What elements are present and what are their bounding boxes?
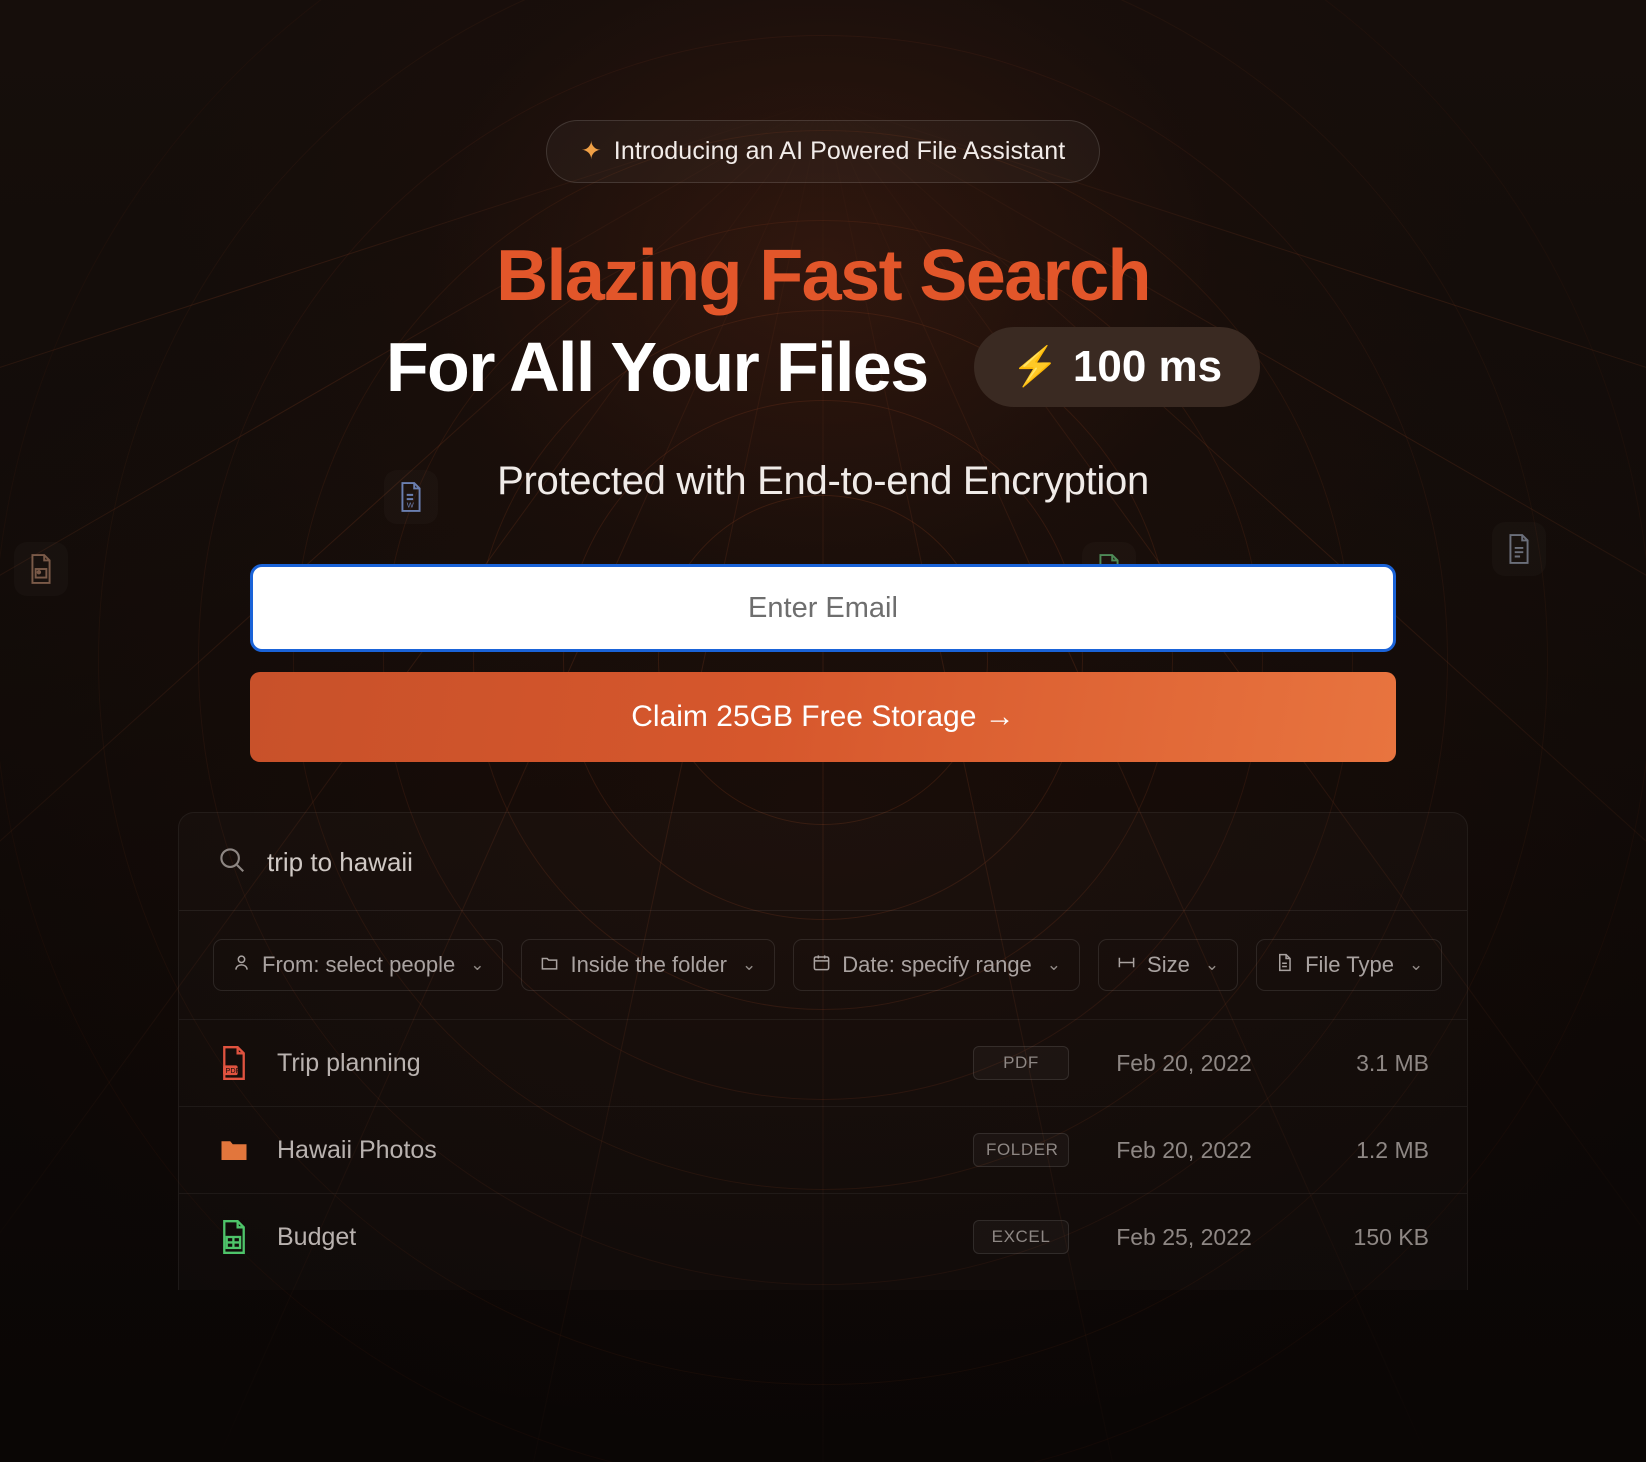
filter-chip-from-label: From: select people <box>262 952 456 977</box>
file-name: Hawaii Photos <box>277 1135 437 1164</box>
chevron-down-icon: ⌄ <box>742 955 757 974</box>
speed-badge: ⚡ 100 ms <box>973 327 1261 407</box>
search-results-panel: trip to hawaii From: select people ⌄ Ins… <box>178 812 1468 1290</box>
announcement-label: Introducing an AI Powered File Assistant <box>613 137 1066 165</box>
filter-chip-folder[interactable]: Inside the folder ⌄ <box>521 939 776 991</box>
sparkle-icon: ✦ <box>580 137 602 165</box>
folder-icon <box>540 952 559 978</box>
filter-chip-size-label: Size <box>1147 952 1190 977</box>
page-title-main: For All Your Files <box>385 328 929 406</box>
filter-chip-date[interactable]: Date: specify range ⌄ <box>793 939 1081 991</box>
person-icon <box>232 952 251 978</box>
table-row[interactable]: Budget EXCEL Feb 25, 2022 150 KB <box>179 1193 1467 1280</box>
file-type-badge: FOLDER <box>973 1133 1069 1167</box>
text-file-icon <box>1492 522 1546 576</box>
calendar-icon <box>812 952 831 978</box>
search-query-row[interactable]: trip to hawaii <box>179 813 1467 910</box>
filter-chip-filetype-label: File Type <box>1305 952 1394 977</box>
file-size: 3.1 MB <box>1356 1049 1429 1076</box>
email-field[interactable] <box>250 564 1396 652</box>
image-file-icon <box>14 542 68 596</box>
chevron-down-icon: ⌄ <box>1204 955 1220 974</box>
table-row[interactable]: Hawaii Photos FOLDER Feb 20, 2022 1.2 MB <box>179 1106 1467 1193</box>
signup-form: Claim 25GB Free Storage → <box>250 564 1396 762</box>
file-icon <box>1275 952 1294 978</box>
file-size: 150 KB <box>1353 1223 1429 1250</box>
search-icon <box>217 845 247 880</box>
width-icon <box>1117 952 1136 978</box>
filter-chip-filetype[interactable]: File Type ⌄ <box>1256 939 1443 991</box>
headline-row: For All Your Files ⚡ 100 ms <box>0 327 1646 407</box>
filter-chip-from[interactable]: From: select people ⌄ <box>213 939 504 991</box>
announcement-pill[interactable]: ✦ Introducing an AI Powered File Assista… <box>545 120 1101 183</box>
results-list: PDF Trip planning PDF Feb 20, 2022 3.1 M… <box>179 1019 1467 1290</box>
file-name: Trip planning <box>277 1048 421 1077</box>
chevron-down-icon: ⌄ <box>1408 955 1424 974</box>
file-date: Feb 20, 2022 <box>1116 1136 1252 1163</box>
chevron-down-icon: ⌄ <box>470 955 485 974</box>
file-date: Feb 20, 2022 <box>1116 1049 1252 1076</box>
filter-chip-row: From: select people ⌄ Inside the folder … <box>179 911 1467 1019</box>
table-row[interactable]: PDF Trip planning PDF Feb 20, 2022 3.1 M… <box>179 1019 1467 1106</box>
filter-chip-size[interactable]: Size ⌄ <box>1098 939 1239 991</box>
search-query-text: trip to hawaii <box>267 847 413 877</box>
file-name: Budget <box>277 1222 357 1251</box>
speed-badge-value: 100 ms <box>1072 342 1223 391</box>
excel-file-icon <box>217 1220 251 1254</box>
hero-section: ✦ Introducing an AI Powered File Assista… <box>0 0 1646 504</box>
page-root: W ✦ Introducing an AI Powered File Assis… <box>0 0 1646 1462</box>
lightning-bolt-icon: ⚡ <box>1011 346 1059 388</box>
filter-chip-folder-label: Inside the folder <box>570 952 727 977</box>
file-size: 1.2 MB <box>1356 1136 1429 1163</box>
page-subtitle: Protected with End-to-end Encryption <box>497 459 1149 503</box>
svg-text:PDF: PDF <box>226 1066 241 1075</box>
file-type-badge: EXCEL <box>973 1220 1069 1254</box>
file-type-badge: PDF <box>973 1046 1069 1080</box>
page-title-accent: Blazing Fast Search <box>496 236 1151 316</box>
folder-icon <box>217 1135 251 1165</box>
claim-storage-button[interactable]: Claim 25GB Free Storage → <box>250 672 1396 762</box>
filter-chip-date-label: Date: specify range <box>842 952 1032 977</box>
file-date: Feb 25, 2022 <box>1116 1223 1252 1250</box>
chevron-down-icon: ⌄ <box>1046 955 1062 974</box>
pdf-file-icon: PDF <box>217 1046 251 1080</box>
